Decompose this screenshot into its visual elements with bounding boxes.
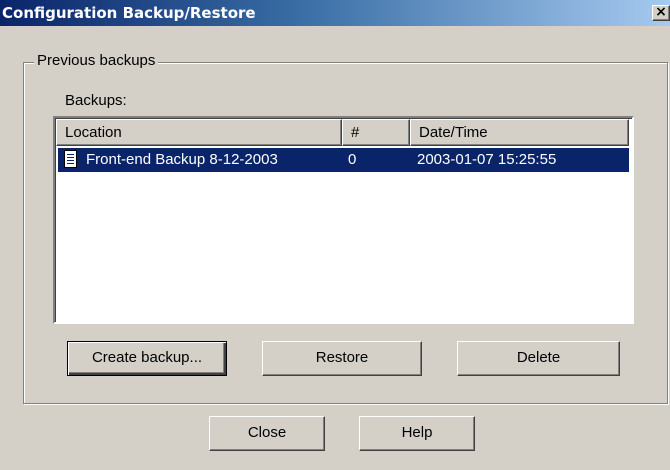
list-item[interactable]: Front-end Backup 8-12-2003 0 2003-01-07 … — [58, 148, 629, 172]
close-icon[interactable]: × — [652, 5, 670, 21]
number-cell: 0 — [348, 151, 357, 168]
window-title: Configuration Backup/Restore — [2, 4, 256, 22]
create-backup-button[interactable]: Create backup... — [67, 341, 227, 376]
group-legend: Previous backups — [34, 52, 159, 69]
backups-list[interactable]: Location # Date/Time Front-end Backup 8-… — [53, 116, 634, 324]
delete-button[interactable]: Delete — [457, 341, 620, 376]
restore-button[interactable]: Restore — [262, 341, 422, 376]
column-header-number[interactable]: # — [342, 119, 410, 146]
datetime-cell: 2003-01-07 15:25:55 — [417, 151, 557, 168]
help-button[interactable]: Help — [359, 416, 475, 451]
column-header-location[interactable]: Location — [56, 119, 342, 146]
document-icon — [64, 150, 77, 168]
backups-label: Backups: — [65, 92, 127, 109]
close-button[interactable]: Close — [209, 416, 325, 451]
title-bar[interactable]: Configuration Backup/Restore × — [0, 0, 670, 26]
location-cell: Front-end Backup 8-12-2003 — [86, 151, 278, 168]
column-header-datetime[interactable]: Date/Time — [410, 119, 629, 146]
